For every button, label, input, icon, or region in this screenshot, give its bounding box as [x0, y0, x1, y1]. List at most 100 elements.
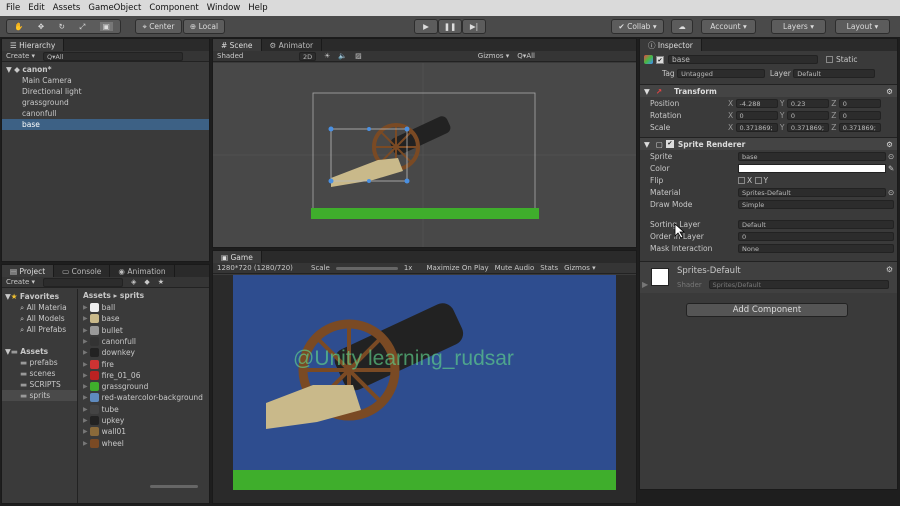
expand-icon[interactable]: ▶: [83, 417, 88, 424]
move-tool-icon[interactable]: ✥: [38, 22, 44, 31]
flip-x-checkbox[interactable]: [738, 177, 745, 184]
expand-icon[interactable]: ▼: [644, 140, 650, 149]
component-enabled-checkbox[interactable]: ✔: [665, 140, 674, 148]
pivot-local-button[interactable]: ⊕ Local: [183, 19, 225, 34]
asset-item[interactable]: ▶ ball: [80, 302, 210, 313]
rect-tool-icon[interactable]: ▣: [99, 22, 113, 31]
expand-icon[interactable]: ▼: [644, 87, 650, 96]
shader-dropdown[interactable]: Sprites/Default: [708, 280, 889, 289]
expand-icon[interactable]: ▶: [83, 406, 88, 413]
hierarchy-item-directional-light[interactable]: Directional light: [2, 86, 209, 97]
effects-icon[interactable]: ▨: [355, 52, 362, 60]
tab-game[interactable]: ▣ Game: [213, 251, 262, 263]
game-gizmos-dropdown[interactable]: Gizmos ▾: [564, 264, 596, 272]
stats-toggle[interactable]: Stats: [540, 264, 558, 272]
tag-dropdown[interactable]: Untagged: [677, 69, 766, 78]
folder-item[interactable]: ▬ scenes: [2, 368, 77, 379]
scene-viewport[interactable]: [213, 63, 636, 247]
tab-hierarchy[interactable]: ☰ Hierarchy: [2, 39, 65, 51]
asset-item[interactable]: ▶ wall01: [80, 426, 210, 437]
material-field[interactable]: Sprites-Default: [738, 188, 886, 197]
breadcrumb-leaf[interactable]: sprits: [120, 291, 144, 300]
scale-x-input[interactable]: 0.371869;: [735, 123, 778, 132]
expand-icon[interactable]: ▶: [83, 349, 88, 356]
expand-icon[interactable]: ▶: [83, 372, 88, 379]
favorite-item[interactable]: ⌕ All Models: [2, 313, 77, 324]
collab-button[interactable]: ✔ Collab ▾: [611, 19, 664, 34]
2d-toggle[interactable]: 2D: [299, 51, 317, 61]
menu-file[interactable]: File: [6, 3, 20, 13]
label-icon[interactable]: ◆: [144, 278, 149, 286]
scene-canvas[interactable]: [213, 63, 636, 247]
scale-tool-icon[interactable]: ⤢: [79, 22, 85, 32]
resize-handle[interactable]: [367, 127, 371, 131]
play-button[interactable]: ▶: [414, 19, 438, 34]
menu-gameobject[interactable]: GameObject: [88, 3, 141, 13]
hierarchy-search-input[interactable]: Q▾All: [43, 51, 183, 61]
tab-animation[interactable]: ◉ Animation: [110, 265, 175, 277]
game-canvas[interactable]: @Unity learning_rudsar: [213, 275, 636, 503]
position-y-input[interactable]: 0.23: [786, 99, 829, 108]
color-field[interactable]: [738, 164, 886, 173]
menu-help[interactable]: Help: [248, 3, 267, 13]
expand-icon[interactable]: ▶: [83, 394, 88, 401]
rotation-x-input[interactable]: 0: [735, 111, 778, 120]
hierarchy-item-main-camera[interactable]: Main Camera: [2, 75, 209, 86]
maximize-on-play-toggle[interactable]: Maximize On Play: [426, 264, 488, 272]
rotate-tool-icon[interactable]: ↻: [59, 22, 65, 31]
scale-z-input[interactable]: 0.371869;: [838, 123, 881, 132]
eyedropper-icon[interactable]: ✎: [888, 164, 894, 173]
tab-inspector[interactable]: ⓘ Inspector: [640, 39, 702, 51]
resolution-dropdown[interactable]: 1280*720 (1280/720): [217, 264, 305, 272]
asset-item[interactable]: ▶ fire: [80, 359, 210, 370]
sorting-layer-dropdown[interactable]: Default: [738, 220, 894, 229]
scene-search-input[interactable]: Q▾All: [517, 52, 535, 60]
assets-root-row[interactable]: ▼ ▬ Assets: [2, 346, 77, 357]
tab-scene[interactable]: # Scene: [213, 39, 262, 51]
asset-item[interactable]: ▶ canonfull: [80, 336, 210, 347]
hierarchy-item-grassground[interactable]: grassground: [2, 97, 209, 108]
flip-y-checkbox[interactable]: [754, 177, 762, 184]
resize-handle[interactable]: [367, 179, 371, 183]
add-component-button[interactable]: Add Component: [686, 303, 848, 317]
favorite-item[interactable]: ⌕ All Materia: [2, 302, 77, 313]
favorites-row[interactable]: ▼ ★ Favorites: [2, 291, 77, 302]
pause-button[interactable]: ❚❚: [438, 19, 462, 34]
lighting-icon[interactable]: ☀: [324, 52, 330, 60]
layout-dropdown[interactable]: Layout ▾: [835, 19, 890, 34]
position-z-input[interactable]: 0: [838, 99, 881, 108]
folder-item[interactable]: ▬ prefabs: [2, 357, 77, 368]
object-name-input[interactable]: base: [668, 55, 818, 64]
hierarchy-item-canonfull[interactable]: canonfull: [2, 108, 209, 119]
scene-root-row[interactable]: ▼ ◆ canon*: [2, 64, 209, 75]
layers-dropdown[interactable]: Layers ▾: [771, 19, 826, 34]
position-x-input[interactable]: -4.288: [735, 99, 778, 108]
expand-icon[interactable]: ▼: [6, 65, 14, 74]
favorite-item[interactable]: ⌕ All Prefabs: [2, 324, 77, 335]
expand-icon[interactable]: ▶: [83, 338, 88, 345]
tab-animator[interactable]: ⚙ Animator: [262, 39, 323, 51]
asset-item[interactable]: ▶ bullet: [80, 325, 210, 336]
breadcrumb-root[interactable]: Assets: [83, 291, 111, 300]
asset-item[interactable]: ▶ red-watercolor-background: [80, 392, 210, 403]
cloud-button[interactable]: ☁: [671, 19, 693, 34]
sprite-renderer-header[interactable]: ▼ ▢ ✔ Sprite Renderer ⚙: [640, 137, 897, 150]
asset-item[interactable]: ▶ fire_01_06: [80, 370, 210, 381]
hierarchy-create-button[interactable]: Create ▾: [6, 52, 35, 60]
layer-dropdown[interactable]: Default: [793, 69, 876, 78]
hierarchy-item-base[interactable]: base: [2, 119, 209, 130]
resize-handle[interactable]: [328, 178, 334, 184]
expand-icon[interactable]: ▶: [642, 280, 648, 289]
object-picker-icon[interactable]: ⊙: [888, 152, 894, 161]
shading-dropdown[interactable]: Shaded: [217, 52, 291, 60]
resize-handle[interactable]: [328, 126, 334, 132]
folder-item-selected[interactable]: ▬ sprits: [2, 390, 77, 401]
gizmos-dropdown[interactable]: Gizmos ▾: [478, 52, 510, 60]
resize-handle[interactable]: [404, 126, 410, 132]
project-search-input[interactable]: [43, 277, 123, 287]
expand-icon[interactable]: ▶: [83, 327, 88, 334]
menu-assets[interactable]: Assets: [53, 3, 81, 13]
audio-icon[interactable]: 🔈: [338, 52, 347, 60]
sprite-field[interactable]: base: [738, 152, 886, 161]
mute-audio-toggle[interactable]: Mute Audio: [495, 264, 535, 272]
